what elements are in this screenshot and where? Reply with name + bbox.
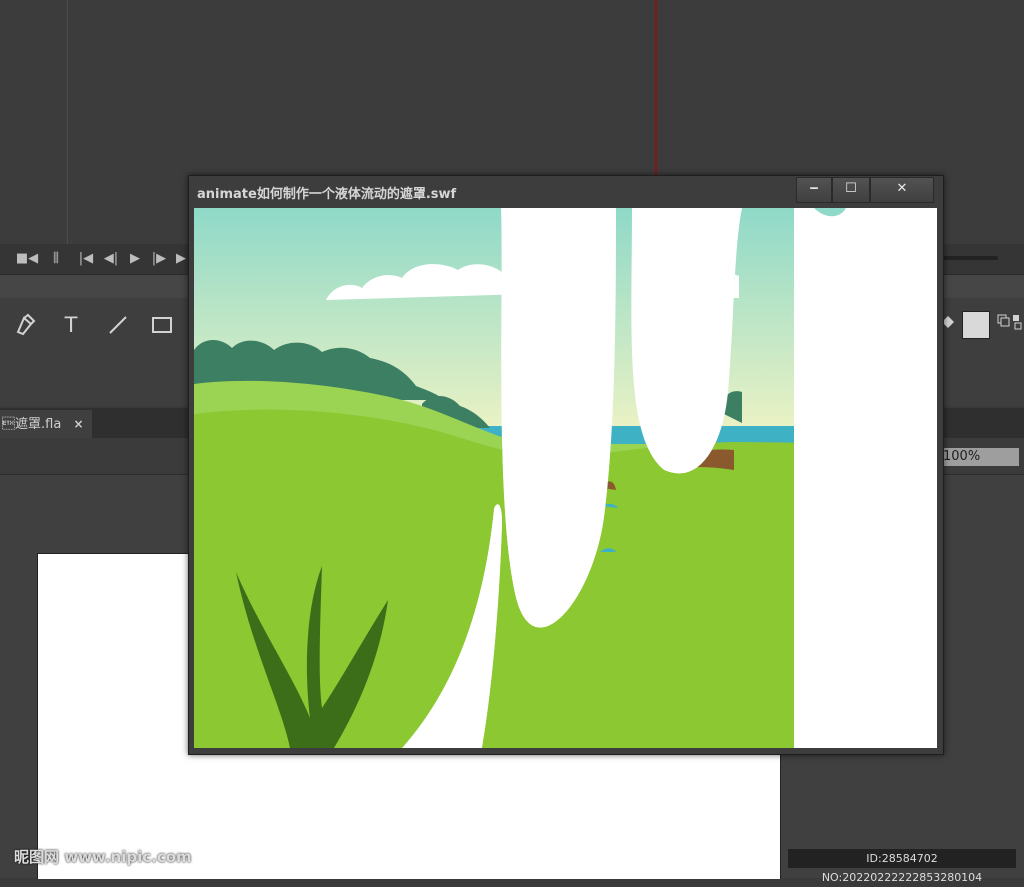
liquid-mask-scene [194,208,937,748]
prev-frame-button[interactable]: ◀| [100,250,122,268]
text-tool-icon[interactable]: T [57,312,85,338]
window-title: animate如何制作一个液体流动的遮罩.swf [197,187,457,202]
layer-bars-icon[interactable]: ⫼ [48,250,64,268]
timeline-divider [67,0,68,244]
swap-colors-icon[interactable] [996,312,1024,338]
play-button[interactable]: ▶ [126,250,144,268]
camera-icon[interactable]: ■◀ [14,250,40,268]
next-frame-button[interactable]: |▶ [148,250,170,268]
document-tab[interactable]: 遮罩.fla × [0,410,92,438]
pen-tool-icon[interactable] [12,312,40,338]
rectangle-tool-icon[interactable] [148,312,176,338]
id-watermark: ID:28584702 NO:20220222222853280104 [788,849,1016,884]
zoom-input[interactable]: 100% [940,448,1019,466]
maximize-button[interactable]: ☐ [832,177,870,203]
site-watermark: 昵图网 www.nipic.com [14,848,192,866]
playhead[interactable] [655,0,657,175]
first-frame-button[interactable]: |◀ [76,250,96,268]
swf-player-window: animate如何制作一个液体流动的遮罩.swf ‒ ☐ ✕ [188,175,944,755]
document-tab-label: 遮罩.fla [2,417,62,432]
last-frame-button[interactable]: ▶ [174,250,188,268]
close-button[interactable]: ✕ [870,177,934,203]
minimize-button[interactable]: ‒ [796,177,832,203]
close-tab-icon[interactable]: × [73,417,83,431]
timeline-zoom-slider[interactable] [942,256,998,260]
line-tool-icon[interactable] [104,312,132,338]
stroke-color-swatch[interactable] [962,311,990,339]
swf-content [194,208,937,748]
swf-titlebar[interactable]: animate如何制作一个液体流动的遮罩.swf ‒ ☐ ✕ [189,176,943,206]
